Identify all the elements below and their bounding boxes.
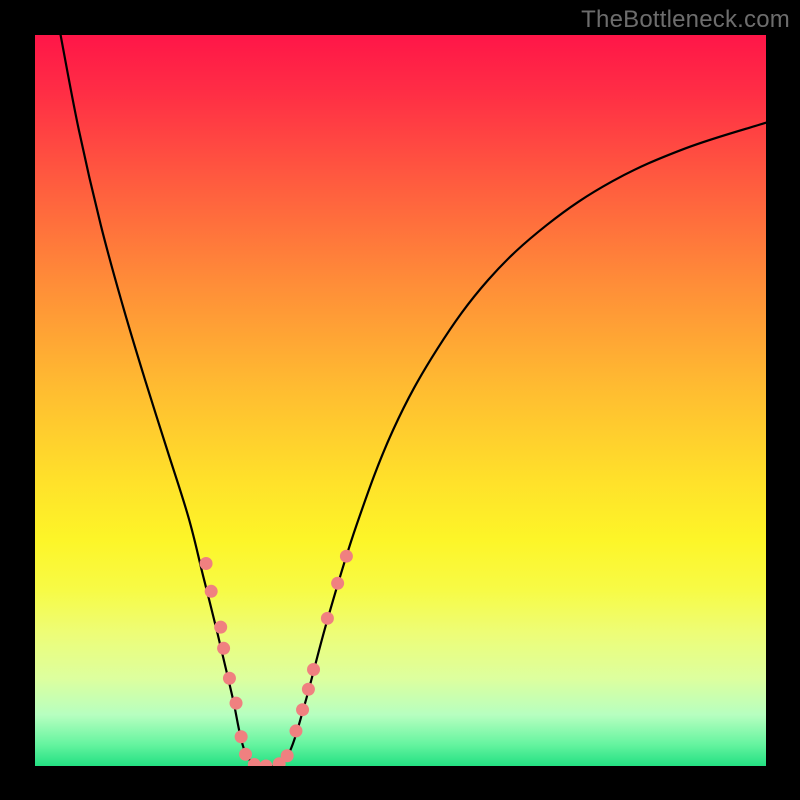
chart-svg [35,35,766,766]
data-marker [340,550,353,563]
data-marker [205,585,218,598]
data-marker [281,749,294,762]
plot-area [35,35,766,766]
data-marker [331,577,344,590]
data-marker [235,730,248,743]
watermark-text: TheBottleneck.com [581,6,790,34]
data-marker [296,703,309,716]
data-marker [259,760,272,767]
data-marker [217,642,230,655]
data-marker [321,612,334,625]
data-marker [289,724,302,737]
chart-frame: TheBottleneck.com [0,0,800,800]
data-marker [230,697,243,710]
data-marker [239,748,252,761]
data-marker [200,557,213,570]
data-marker [223,672,236,685]
bottleneck-curve [61,35,766,766]
data-marker [214,621,227,634]
data-marker [302,683,315,696]
data-marker [307,663,320,676]
